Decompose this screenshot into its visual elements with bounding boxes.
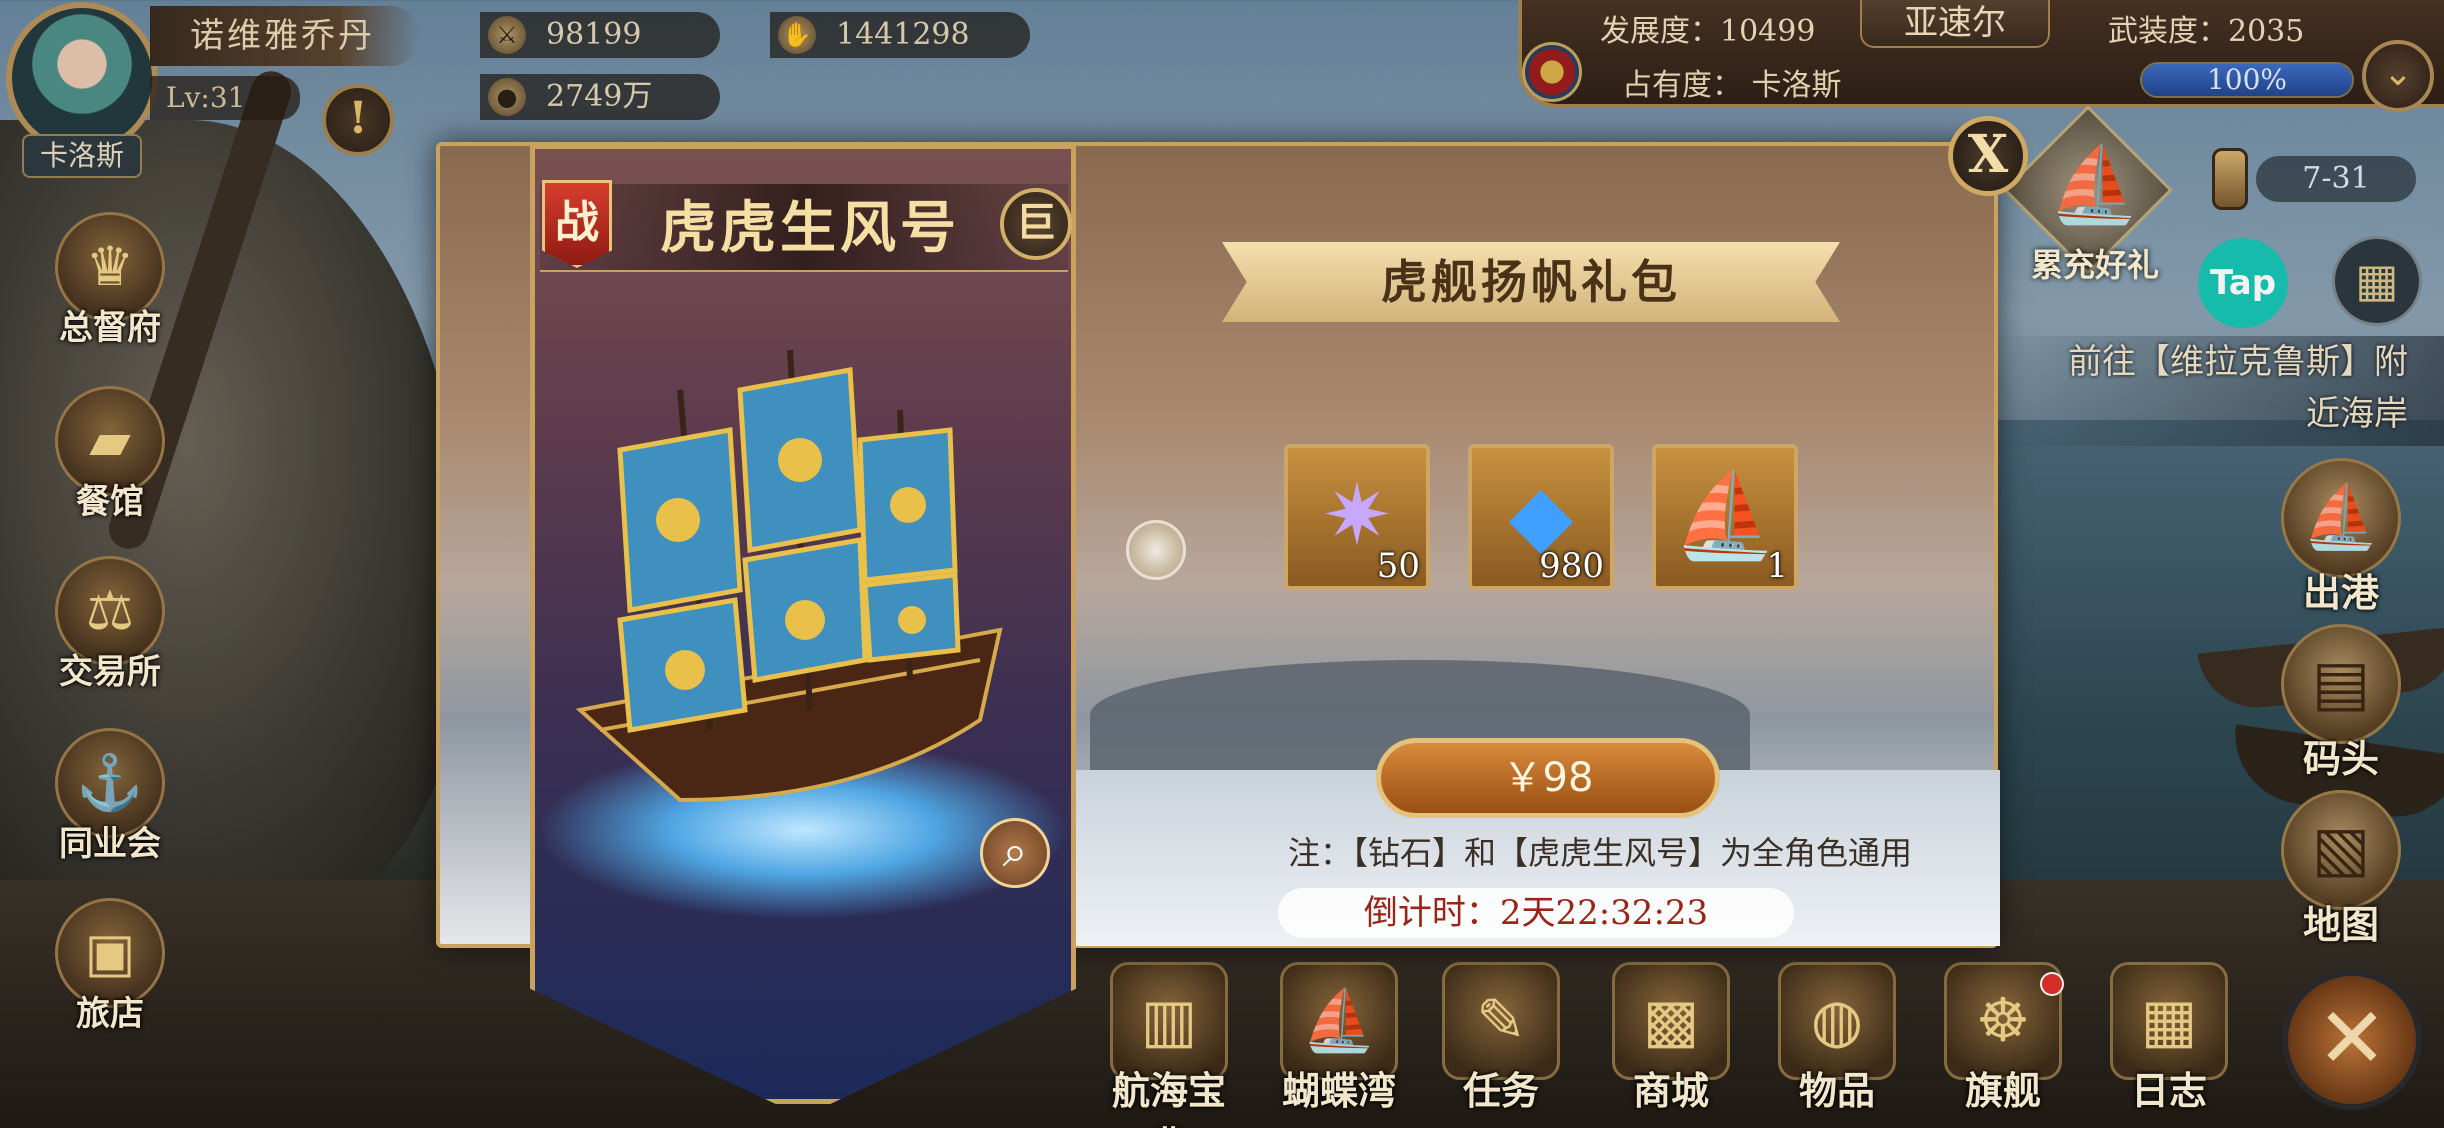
reward-item[interactable]: ✷ 50 <box>1284 444 1430 590</box>
pack-title-banner: 虎舰扬帆礼包 <box>1222 242 1840 322</box>
sparkle-icon <box>1126 520 1186 580</box>
ship-size-badge: 巨 <box>1000 188 1072 260</box>
pack-note: 注：【钻石】和【虎虎生风号】为全角色通用 <box>1287 834 1912 872</box>
reward-item[interactable]: ⛵ 1 <box>1652 444 1798 590</box>
purchase-button[interactable]: ￥98 <box>1376 738 1720 818</box>
close-icon: X <box>1967 124 2009 185</box>
ship-illustration <box>575 349 1003 803</box>
magnifier-icon: ⌕ <box>1002 826 1028 877</box>
reward-qty: 1 <box>1766 546 1788 586</box>
close-button[interactable]: X <box>1948 116 2028 196</box>
reward-item[interactable]: ◆ 980 <box>1468 444 1614 590</box>
reward-qty: 980 <box>1539 546 1604 586</box>
ship-name: 虎虎生风号 <box>660 195 960 261</box>
countdown-timer: 倒计时：2天22:32:23 <box>1278 888 1794 938</box>
zoom-button[interactable]: ⌕ <box>980 818 1050 888</box>
reward-qty: 50 <box>1376 546 1420 586</box>
